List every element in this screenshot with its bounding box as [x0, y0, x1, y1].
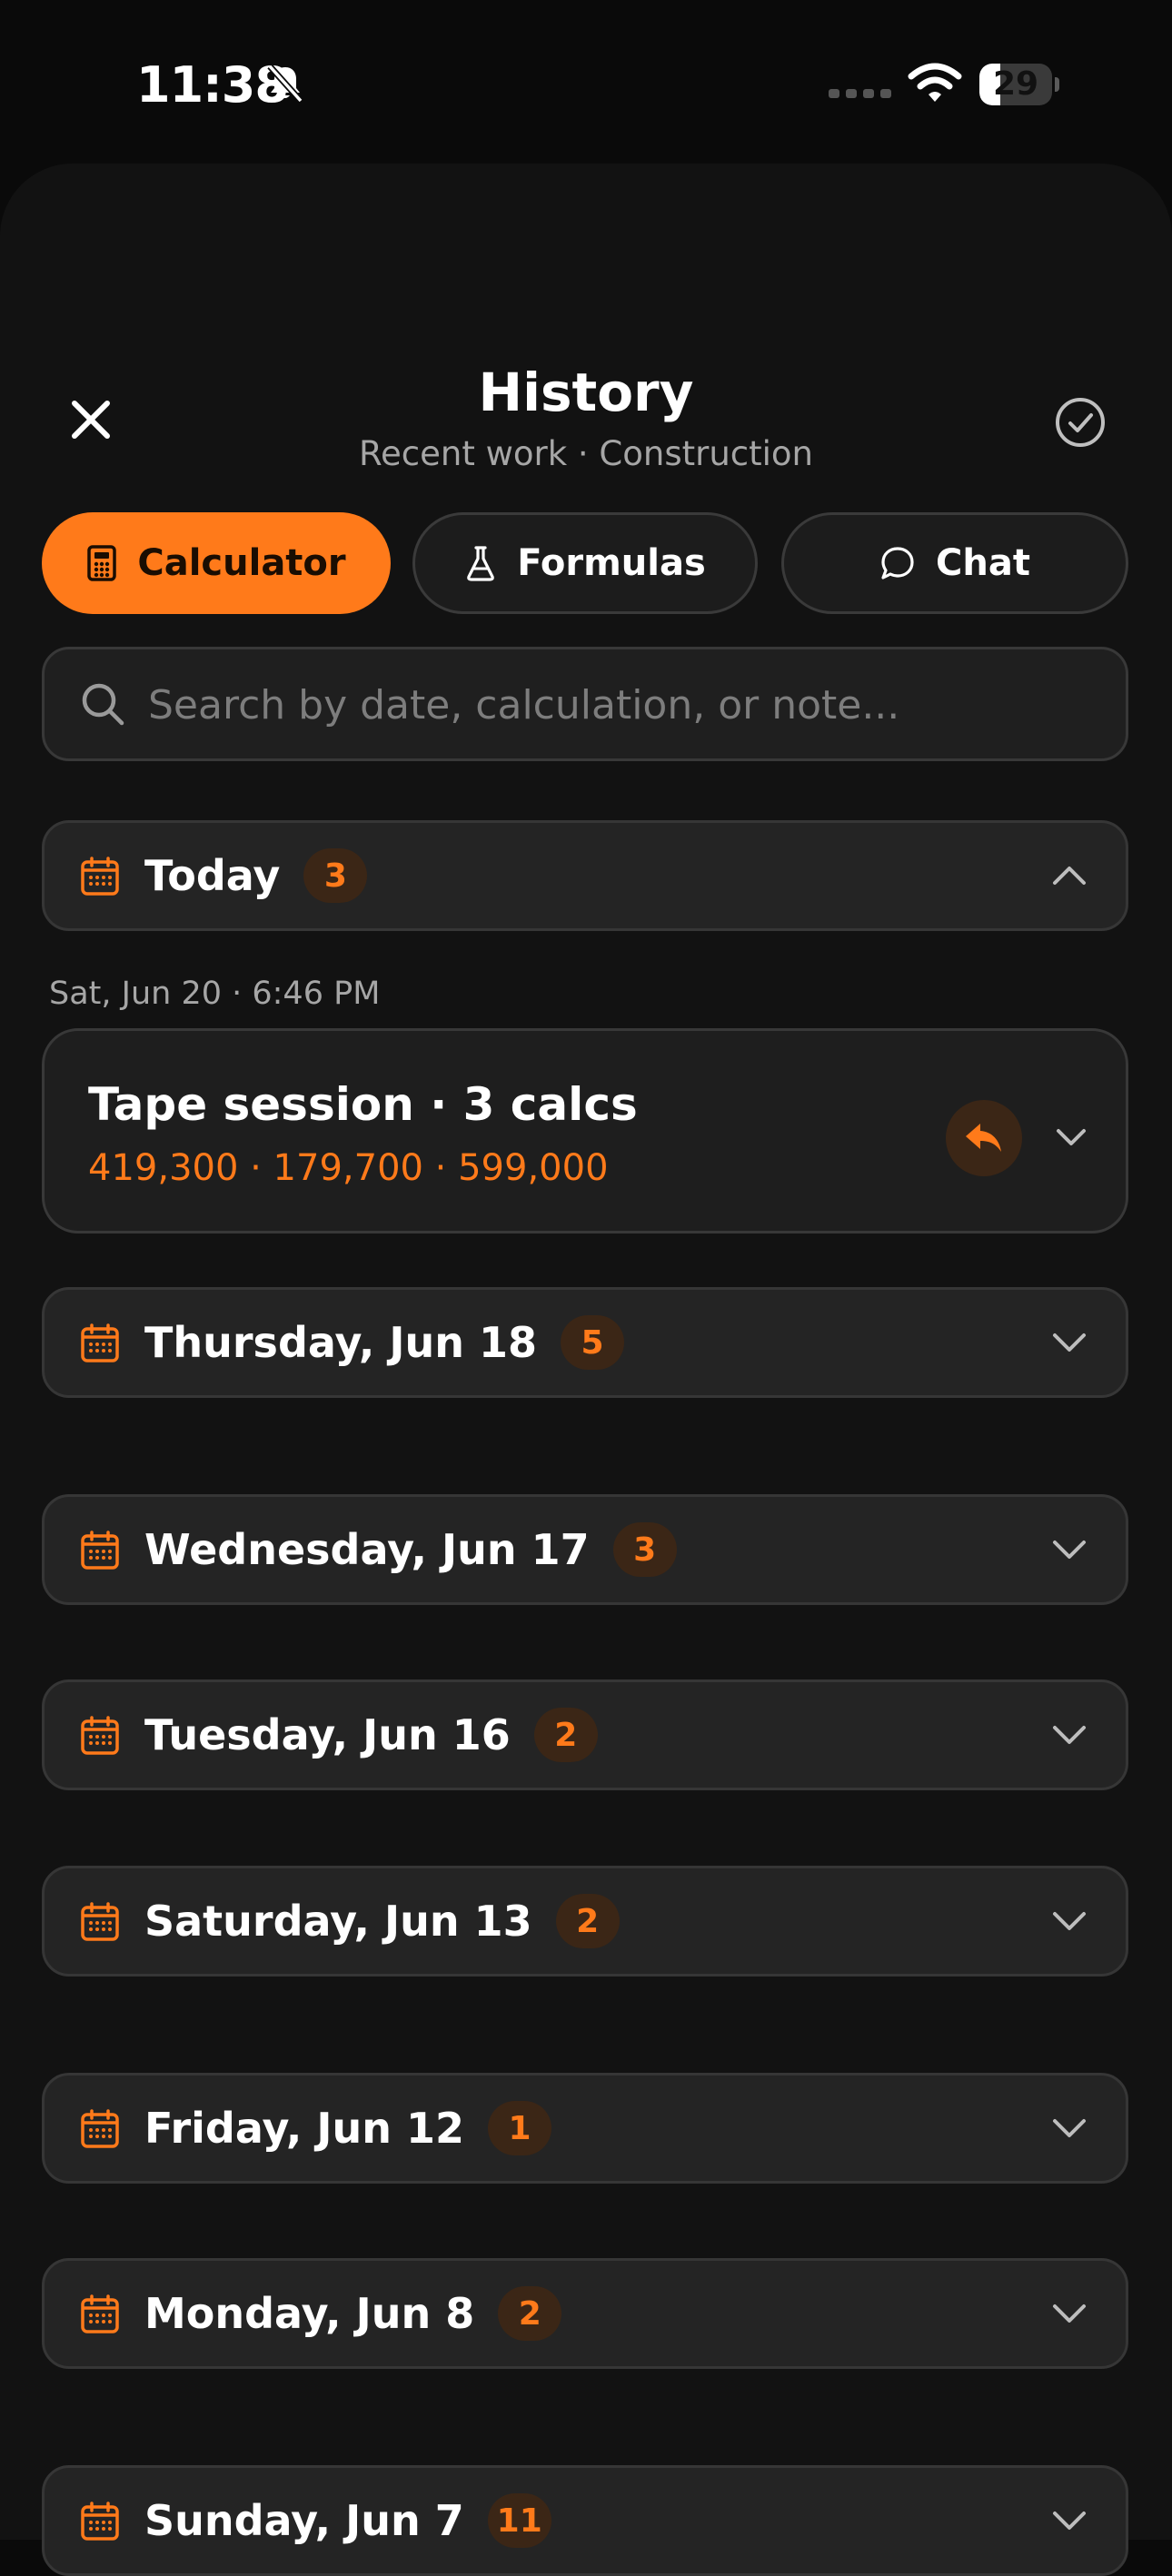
day-group-jun-17[interactable]: Wednesday, Jun 17 3: [42, 1494, 1128, 1605]
chevron-down-icon[interactable]: [1049, 1324, 1089, 1361]
day-group-jun-7[interactable]: Sunday, Jun 7 11: [42, 2465, 1128, 2576]
tab-formulas-label: Formulas: [517, 542, 706, 584]
chevron-down-icon[interactable]: [1049, 1903, 1089, 1939]
chevron-down-icon[interactable]: [1049, 1531, 1089, 1568]
day-group-jun-8[interactable]: Monday, Jun 8 2: [42, 2258, 1128, 2369]
tab-chat-label: Chat: [936, 542, 1030, 584]
reuse-button[interactable]: [946, 1100, 1022, 1176]
status-bar: 11:38 29: [0, 0, 1172, 163]
chevron-up-icon[interactable]: [1049, 857, 1089, 894]
chevron-down-icon[interactable]: [1053, 1122, 1089, 1154]
calendar-icon: [81, 1323, 119, 1362]
search-bar[interactable]: [42, 647, 1128, 761]
count-badge: 3: [303, 848, 368, 903]
day-label: Thursday, Jun 18: [144, 1318, 538, 1367]
day-group-jun-12[interactable]: Friday, Jun 12 1: [42, 2073, 1128, 2184]
session-values: 419,300 · 179,700 · 599,000: [88, 1147, 609, 1189]
count-badge: 2: [533, 1708, 598, 1762]
bell-slash-icon: [267, 64, 303, 104]
day-label: Sunday, Jun 7: [144, 2496, 464, 2545]
signal-dots-icon: [829, 89, 891, 98]
count-badge: 2: [555, 1894, 620, 1948]
day-label: Today: [144, 851, 281, 900]
count-badge: 2: [498, 2286, 562, 2341]
calculator-icon: [87, 545, 117, 581]
day-group-jun-16[interactable]: Tuesday, Jun 16 2: [42, 1679, 1128, 1790]
tab-calculator-label: Calculator: [137, 542, 346, 584]
tab-formulas[interactable]: Formulas: [412, 512, 758, 614]
wifi-icon: [908, 63, 962, 102]
reply-arrow-icon: [966, 1124, 1001, 1152]
chevron-down-icon[interactable]: [1049, 2295, 1089, 2332]
flask-icon: [467, 546, 494, 581]
search-input[interactable]: [146, 649, 1095, 760]
calendar-icon: [81, 857, 119, 896]
tab-calculator[interactable]: Calculator: [42, 512, 391, 614]
tab-chat[interactable]: Chat: [781, 512, 1128, 614]
day-group-jun-13[interactable]: Saturday, Jun 13 2: [42, 1866, 1128, 1977]
chevron-down-icon[interactable]: [1049, 1717, 1089, 1753]
day-label: Saturday, Jun 13: [144, 1897, 532, 1946]
search-icon: [82, 683, 124, 726]
calendar-icon: [81, 1716, 119, 1755]
battery-indicator: 29: [979, 64, 1059, 105]
session-title: Tape session · 3 calcs: [88, 1078, 638, 1131]
calendar-icon: [81, 2502, 119, 2541]
day-group-jun-18[interactable]: Thursday, Jun 18 5: [42, 1287, 1128, 1398]
day-label: Monday, Jun 8: [144, 2289, 475, 2338]
day-label: Friday, Jun 12: [144, 2104, 465, 2153]
calendar-icon: [81, 2109, 119, 2148]
day-group-today[interactable]: Today 3: [42, 820, 1128, 931]
battery-level: 29: [992, 65, 1039, 103]
check-circle-icon[interactable]: [1054, 396, 1107, 449]
day-label: Tuesday, Jun 16: [144, 1710, 511, 1759]
tape-session-card[interactable]: Tape session · 3 calcs 419,300 · 179,700…: [42, 1028, 1128, 1234]
day-label: Wednesday, Jun 17: [144, 1525, 590, 1574]
page-title: History: [478, 362, 694, 423]
page-subtitle: Recent work · Construction: [358, 434, 814, 473]
count-badge: 1: [488, 2101, 552, 2155]
calendar-icon: [81, 1902, 119, 1941]
count-badge: 11: [487, 2493, 551, 2548]
chat-bubble-icon: [881, 547, 914, 580]
session-timestamp: Sat, Jun 20 · 6:46 PM: [49, 976, 381, 1012]
count-badge: 3: [612, 1522, 677, 1577]
calendar-icon: [81, 2294, 119, 2333]
count-badge: 5: [561, 1315, 625, 1370]
chevron-down-icon[interactable]: [1049, 2502, 1089, 2539]
chevron-down-icon[interactable]: [1049, 2110, 1089, 2146]
calendar-icon: [81, 1531, 119, 1570]
